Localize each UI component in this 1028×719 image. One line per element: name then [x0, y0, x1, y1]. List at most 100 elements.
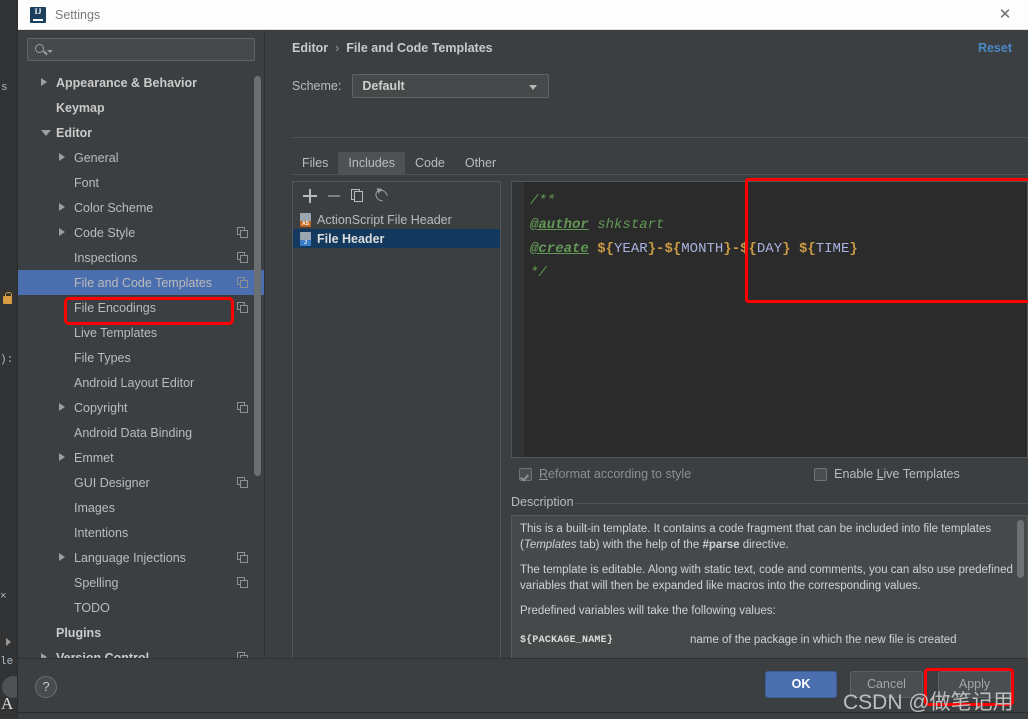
sidebar-item-intentions[interactable]: Intentions: [18, 520, 265, 545]
sidebar-item-label: Font: [74, 176, 99, 190]
sidebar-item-label: File and Code Templates: [74, 276, 212, 290]
search-input[interactable]: [27, 38, 255, 61]
section-divider: [292, 137, 1028, 138]
chevron-right-icon[interactable]: [59, 153, 65, 161]
chevron-down-icon[interactable]: [41, 130, 51, 136]
reformat-according-to-style-checkbox[interactable]: Reformat according to style: [519, 467, 691, 481]
sidebar-item-keymap[interactable]: Keymap: [18, 95, 265, 120]
sidebar-item-copyright[interactable]: Copyright: [18, 395, 265, 420]
background-text-fragment: ):: [0, 354, 13, 366]
template-file-icon: J: [299, 232, 312, 246]
tab-other[interactable]: Other: [455, 152, 506, 174]
description-scrollbar[interactable]: [1017, 520, 1024, 578]
reset-link[interactable]: Reset: [978, 41, 1012, 55]
sidebar-item-font[interactable]: Font: [18, 170, 265, 195]
sidebar-item-live-templates[interactable]: Live Templates: [18, 320, 265, 345]
code-token: ${: [740, 241, 757, 257]
page-title: File and Code Templates: [346, 41, 492, 55]
breadcrumb-parent[interactable]: Editor: [292, 41, 328, 55]
apply-button[interactable]: Apply: [938, 671, 1011, 698]
tab-code[interactable]: Code: [405, 152, 455, 174]
copy-template-button[interactable]: [347, 185, 369, 207]
sidebar-item-file-types[interactable]: File Types: [18, 345, 265, 370]
sidebar-item-label: Keymap: [56, 101, 105, 115]
sidebar-item-language-injections[interactable]: Language Injections: [18, 545, 265, 570]
sidebar-item-spelling[interactable]: Spelling: [18, 570, 265, 595]
description-paragraph-2: The template is editable. Along with sta…: [520, 563, 1013, 594]
background-text-fragment: le: [0, 656, 13, 668]
sidebar-item-label: GUI Designer: [74, 476, 150, 490]
tab-includes[interactable]: Includes: [338, 152, 405, 174]
tab-files[interactable]: Files: [292, 152, 338, 174]
sidebar-item-plugins[interactable]: Plugins: [18, 620, 265, 645]
enable-live-templates-checkbox[interactable]: Enable Live Templates: [814, 467, 960, 481]
settings-sidebar: Appearance & Behavior Keymap Editor General…: [18, 30, 265, 658]
cancel-button[interactable]: Cancel: [850, 671, 923, 698]
sidebar-scrollbar[interactable]: [254, 76, 261, 476]
ok-button[interactable]: OK: [765, 671, 837, 698]
sidebar-item-todo[interactable]: TODO: [18, 595, 265, 620]
code-token: }: [648, 241, 656, 257]
dialog-footer: ? OK Cancel Apply: [18, 658, 1028, 712]
code-line: */: [530, 261, 1023, 285]
code-token: [791, 241, 799, 257]
sidebar-item-images[interactable]: Images: [18, 495, 265, 520]
sidebar-item-code-style[interactable]: Code Style: [18, 220, 265, 245]
chevron-right-icon[interactable]: [59, 553, 65, 561]
chevron-right-icon[interactable]: [59, 228, 65, 236]
variable-description: name of the package in which the new fil…: [690, 630, 1013, 658]
template-editor[interactable]: /**@author shkstart@create ${YEAR}-${MON…: [511, 181, 1028, 458]
add-template-button[interactable]: [299, 185, 321, 207]
undo-icon: [373, 187, 390, 204]
chevron-right-icon[interactable]: [59, 453, 65, 461]
sidebar-item-android-layout-editor[interactable]: Android Layout Editor: [18, 370, 265, 395]
reset-template-button[interactable]: [371, 185, 393, 207]
sidebar-item-label: Version Control: [56, 651, 149, 659]
code-token: [589, 217, 597, 233]
code-token: shkstart: [597, 217, 664, 233]
code-token: /**: [530, 193, 555, 209]
sidebar-item-appearance-behavior[interactable]: Appearance & Behavior: [18, 70, 265, 95]
sidebar-item-gui-designer[interactable]: GUI Designer: [18, 470, 265, 495]
sidebar-item-android-data-binding[interactable]: Android Data Binding: [18, 420, 265, 445]
code-token: -: [732, 241, 740, 257]
breadcrumb: Editor › File and Code Templates: [292, 41, 493, 55]
sidebar-item-label: Code Style: [74, 226, 135, 240]
sidebar-item-label: Editor: [56, 126, 92, 140]
sidebar-item-label: TODO: [74, 601, 110, 615]
sidebar-item-version-control[interactable]: Version Control: [18, 645, 265, 658]
template-code[interactable]: /**@author shkstart@create ${YEAR}-${MON…: [530, 189, 1023, 285]
sidebar-item-file-encodings[interactable]: File Encodings: [18, 295, 265, 320]
editor-options-row: Reformat according to style Enable Live T…: [511, 464, 1028, 484]
background-text-fragment: s: [1, 82, 8, 94]
sidebar-item-inspections[interactable]: Inspections: [18, 245, 265, 270]
chevron-right-icon[interactable]: [59, 403, 65, 411]
help-button[interactable]: ?: [35, 676, 57, 698]
sidebar-item-label: Emmet: [74, 451, 114, 465]
template-list[interactable]: ASActionScript File HeaderJFile Header: [293, 210, 500, 248]
background-text-fragment: A: [1, 694, 13, 714]
sidebar-item-emmet[interactable]: Emmet: [18, 445, 265, 470]
project-settings-copy-icon: [237, 277, 248, 288]
checkbox-box[interactable]: [814, 468, 827, 481]
project-settings-copy-icon: [237, 477, 248, 488]
list-item[interactable]: ASActionScript File Header: [293, 210, 500, 229]
sidebar-item-general[interactable]: General: [18, 145, 265, 170]
sidebar-item-color-scheme[interactable]: Color Scheme: [18, 195, 265, 220]
chevron-right-icon[interactable]: [41, 78, 47, 86]
sidebar-item-editor[interactable]: Editor: [18, 120, 265, 145]
code-token: ${: [664, 241, 681, 257]
code-token: }: [782, 241, 790, 257]
sidebar-item-file-and-code-templates[interactable]: File and Code Templates: [18, 270, 265, 295]
template-file-icon: AS: [299, 213, 312, 227]
close-icon[interactable]: ✕: [982, 0, 1028, 29]
project-settings-copy-icon: [237, 227, 248, 238]
background-text-fragment: ×: [0, 591, 7, 603]
scheme-select[interactable]: Default: [352, 74, 549, 98]
sidebar-item-label: Android Layout Editor: [74, 376, 194, 390]
checkbox-box[interactable]: [519, 468, 532, 481]
list-item[interactable]: JFile Header: [293, 229, 500, 248]
settings-dialog: Settings ✕ Appearance & BehaviorKeymapEd…: [18, 0, 1028, 712]
chevron-right-icon[interactable]: [59, 203, 65, 211]
settings-tree[interactable]: Appearance & Behavior Keymap Editor General…: [18, 70, 265, 658]
